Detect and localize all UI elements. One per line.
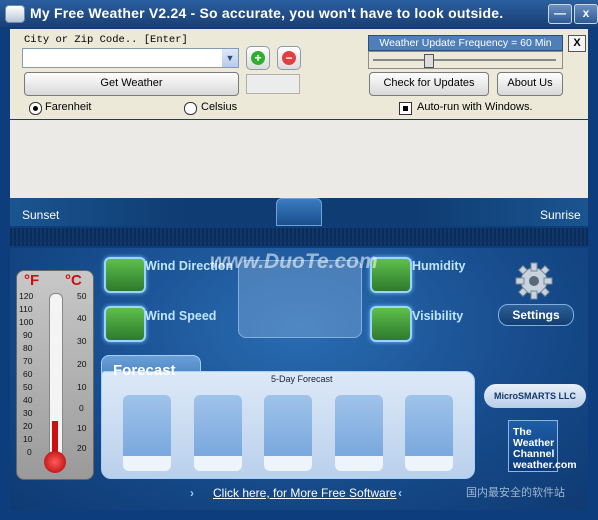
- weather-display-area: [10, 120, 588, 198]
- get-weather-button[interactable]: Get Weather: [24, 72, 239, 96]
- city-input[interactable]: ▼: [22, 48, 239, 68]
- celsius-radio[interactable]: [184, 102, 197, 115]
- minimize-button[interactable]: —: [548, 4, 572, 24]
- about-us-button[interactable]: About Us: [497, 72, 563, 96]
- forecast-day-card: [405, 395, 453, 471]
- autorun-label: Auto-run with Windows.: [417, 101, 533, 113]
- thermometer: °F °C 120 110 100 90 80 70 60 50 40 30 2…: [16, 270, 94, 480]
- f-tick: 100: [19, 317, 34, 327]
- thermometer-bulb: [44, 451, 66, 473]
- c-tick: 20: [77, 359, 87, 369]
- chevron-down-icon[interactable]: ▼: [222, 49, 238, 67]
- divider-strip: [10, 228, 588, 246]
- forecast-day-card: [194, 395, 242, 471]
- forecast-title: Forecast: [113, 362, 176, 379]
- update-frequency-label: Weather Update Frequency = 60 Min: [368, 35, 563, 51]
- sunrise-label: Sunrise: [540, 208, 581, 222]
- autorun-checkbox[interactable]: [399, 102, 412, 115]
- fahrenheit-scale-label: °F: [24, 272, 40, 289]
- weather-channel-logo[interactable]: The Weather Channel weather.com: [508, 420, 577, 472]
- c-tick: 50: [77, 291, 87, 301]
- wind-speed-icon[interactable]: [104, 306, 146, 342]
- f-tick: 10: [23, 434, 33, 444]
- wind-direction-icon[interactable]: [104, 257, 146, 293]
- visibility-label: Visibility: [412, 309, 464, 323]
- f-tick: 120: [19, 291, 34, 301]
- remove-city-button[interactable]: −: [277, 46, 301, 70]
- slider-track: [373, 59, 556, 61]
- window-title: My Free Weather V2.24 - So accurate, you…: [30, 5, 504, 21]
- f-tick: 60: [23, 369, 33, 379]
- f-tick: 70: [23, 356, 33, 366]
- sunset-label: Sunset: [22, 208, 60, 222]
- watermark-cn: 国内最安全的软件站: [466, 487, 565, 499]
- c-tick: 0: [79, 403, 84, 413]
- c-tick: 30: [77, 336, 87, 346]
- add-city-button[interactable]: +: [246, 46, 270, 70]
- settings-button[interactable]: Settings: [498, 304, 574, 326]
- celsius-label: Celsius: [201, 101, 238, 113]
- f-tick: 90: [23, 330, 33, 340]
- gear-icon[interactable]: [514, 261, 554, 301]
- check-updates-button[interactable]: Check for Updates: [369, 72, 489, 96]
- city-label: City or Zip Code.. [Enter]: [24, 34, 188, 46]
- minus-icon: −: [282, 51, 296, 65]
- watermark: www.DuoTe.com: [210, 250, 378, 273]
- f-tick: 50: [23, 382, 33, 392]
- visibility-icon[interactable]: [370, 306, 412, 342]
- slider-thumb[interactable]: [424, 54, 434, 68]
- forecast-day-card: [264, 395, 312, 471]
- fahrenheit-radio[interactable]: [29, 102, 42, 115]
- close-settings-button[interactable]: X: [568, 35, 586, 52]
- wind-speed-label: Wind Speed: [145, 309, 217, 323]
- humidity-label: Humidity: [412, 259, 466, 273]
- status-field: [246, 74, 300, 94]
- c-tick: 10: [77, 423, 87, 433]
- forecast-subtitle: 5-Day Forecast: [271, 374, 333, 384]
- close-button[interactable]: x: [574, 4, 598, 24]
- f-tick: 80: [23, 343, 33, 353]
- arrow-right-icon: ›: [190, 486, 194, 500]
- f-tick: 30: [23, 408, 33, 418]
- forecast-day-card: [335, 395, 383, 471]
- more-software-link[interactable]: Click here, for More Free Software: [213, 486, 396, 500]
- c-tick: 40: [77, 313, 87, 323]
- update-frequency-slider[interactable]: [368, 51, 563, 69]
- panel-toggle-tab[interactable]: [276, 198, 322, 226]
- f-tick: 20: [23, 421, 33, 431]
- app-icon: [5, 5, 25, 23]
- f-tick: 110: [19, 304, 33, 314]
- f-tick: 0: [27, 447, 32, 457]
- c-tick: 20: [77, 443, 87, 453]
- title-bar[interactable]: My Free Weather V2.24 - So accurate, you…: [0, 0, 598, 27]
- app-window: My Free Weather V2.24 - So accurate, you…: [0, 0, 598, 520]
- forecast-day-card: [123, 395, 171, 471]
- plus-icon: +: [251, 51, 265, 65]
- arrow-left-icon: ‹: [398, 486, 402, 500]
- microsmarts-logo[interactable]: MicroSMARTS LLC: [484, 384, 586, 408]
- f-tick: 40: [23, 395, 33, 405]
- c-tick: 10: [77, 382, 87, 392]
- fahrenheit-label: Farenheit: [45, 101, 92, 113]
- celsius-scale-label: °C: [65, 272, 82, 289]
